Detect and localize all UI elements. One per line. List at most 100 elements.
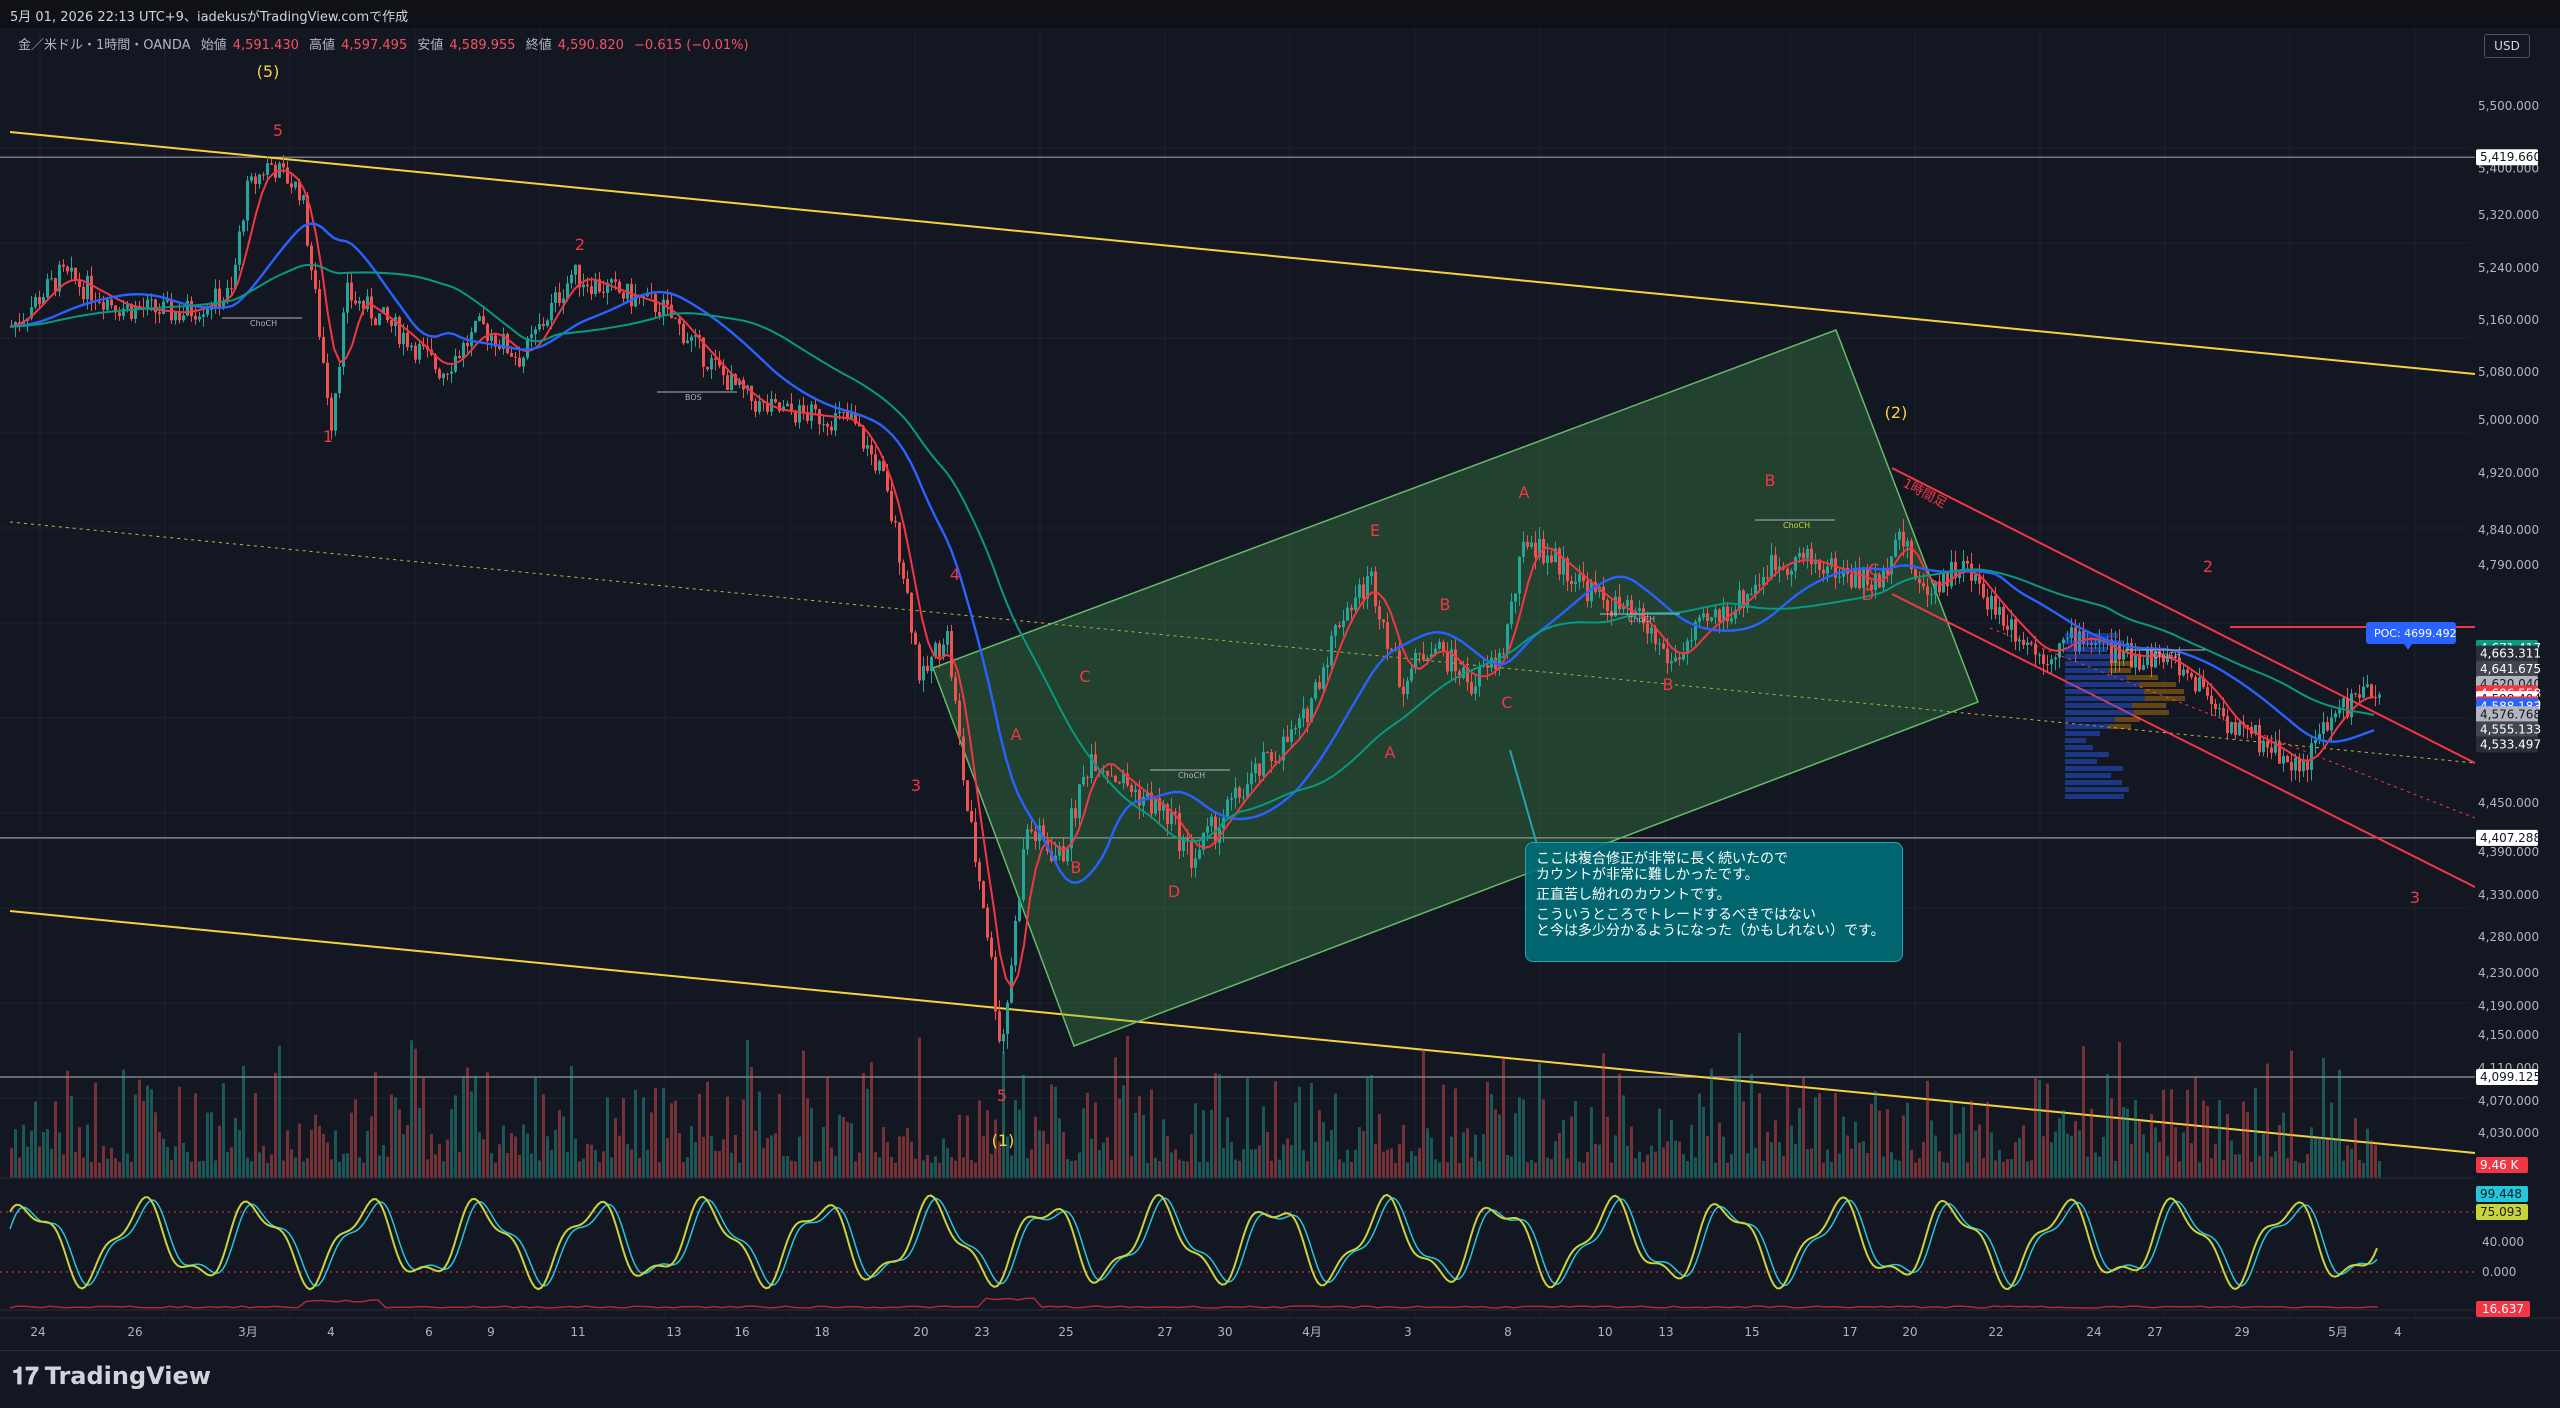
candle-body — [2306, 760, 2309, 771]
volume-bar — [178, 1086, 181, 1178]
volume-bar — [1074, 1160, 1077, 1178]
volume-bar — [370, 1116, 373, 1178]
volume-bar — [10, 1147, 13, 1178]
candle-body — [1518, 556, 1521, 594]
candle-body — [178, 312, 181, 321]
price-tick: 5,500.000 — [2478, 99, 2539, 113]
note-paragraph-2: 正直苦し紛れのカウントです。 — [1536, 887, 1731, 903]
candle-body — [946, 630, 949, 645]
time-axis[interactable]: 24 26 3月 4 6 9 11 13 16 18 20 23 25 27 30 4月 3 8 10 13 15 17 2… — [0, 1317, 2560, 1339]
volume-bar — [446, 1139, 449, 1178]
wave-label: C — [1079, 667, 1090, 686]
candle-body — [658, 312, 661, 316]
volume-bar — [1182, 1160, 1185, 1178]
wave-label: (5) — [257, 62, 280, 81]
volume-bar — [458, 1151, 461, 1178]
volume-bar — [1386, 1149, 1389, 1178]
candle-body — [2214, 704, 2217, 709]
volume-bar — [290, 1149, 293, 1178]
volume-bar — [1790, 1125, 1793, 1178]
candle-body — [2262, 740, 2265, 753]
candle-body — [266, 163, 269, 175]
price-chart[interactable]: POC: 4699.492 ChoCH BOS ChoCH ChoCH ChoCH ChoC… — [0, 28, 2560, 1350]
candle-body — [206, 309, 209, 315]
volume-bar — [1890, 1152, 1893, 1178]
candle-body — [974, 821, 977, 863]
volume-profile-bar-up — [2127, 675, 2158, 680]
price-tick: 4,920.000 — [2478, 466, 2539, 480]
volume-bar — [1342, 1162, 1345, 1178]
candle-body — [926, 665, 929, 672]
candle-body — [378, 313, 381, 326]
price-tick: 4,030.000 — [2478, 1126, 2539, 1140]
time-tick: 13 — [666, 1325, 681, 1339]
currency-button[interactable]: USD — [2484, 34, 2530, 58]
volume-bar — [1658, 1108, 1661, 1178]
candle-body — [978, 862, 981, 882]
volume-bar — [386, 1156, 389, 1178]
volume-bar — [2146, 1152, 2149, 1178]
candle-body — [486, 323, 489, 341]
volume-bar — [1482, 1134, 1485, 1178]
volume-bar — [2070, 1135, 2073, 1178]
candle-body — [190, 300, 193, 317]
candle-body — [1210, 816, 1213, 827]
volume-bar — [1614, 1135, 1617, 1178]
volume-bar — [602, 1151, 605, 1178]
volume-bar — [250, 1161, 253, 1178]
candle-body — [490, 335, 493, 341]
candle-body — [802, 405, 805, 413]
candle-body — [1806, 548, 1809, 559]
volume-bar — [1842, 1116, 1845, 1178]
volume-bar — [478, 1132, 481, 1178]
volume-bar — [1982, 1158, 1985, 1178]
volume-bar — [1026, 1158, 1029, 1178]
volume-bar — [410, 1040, 413, 1178]
volume-bar — [1974, 1130, 1977, 1178]
volume-bar — [58, 1132, 61, 1178]
candle-body — [2194, 677, 2197, 692]
volume-bar — [954, 1160, 957, 1178]
volume-bar — [314, 1114, 317, 1178]
volume-bar — [698, 1093, 701, 1178]
tradingview-logo[interactable]: 𝟏𝟕 TradingView — [12, 1362, 211, 1390]
volume-bar — [1294, 1102, 1297, 1178]
time-tick: 18 — [814, 1325, 829, 1339]
candle-body — [582, 284, 585, 288]
volume-bar — [2158, 1141, 2161, 1178]
volume-bar — [530, 1153, 533, 1178]
volume-bar — [1930, 1120, 1933, 1178]
volume-bar — [1938, 1151, 1941, 1178]
volume-bar — [78, 1127, 81, 1178]
volume-bar — [2322, 1058, 2325, 1178]
wave-label: 3 — [911, 776, 921, 795]
volume-bar — [1990, 1132, 1993, 1178]
volume-bar — [1710, 1068, 1713, 1178]
volume-bar — [1398, 1143, 1401, 1178]
volume-bar — [1786, 1086, 1789, 1178]
candle-body — [1154, 798, 1157, 814]
legend-symbol[interactable]: 金／米ドル・1時間・OANDA — [18, 38, 191, 53]
volume-bar — [1242, 1149, 1245, 1178]
volume-bar — [418, 1107, 421, 1178]
volume-bar — [850, 1123, 853, 1178]
volume-bar — [206, 1112, 209, 1178]
volume-bar — [1286, 1138, 1289, 1178]
candle-body — [834, 413, 837, 431]
volume-bar — [2110, 1098, 2113, 1178]
volume-bar — [1826, 1149, 1829, 1178]
volume-bar — [402, 1134, 405, 1178]
price-axis[interactable]: 5,500.0005,400.0005,320.0005,240.0005,16… — [2476, 28, 2560, 1350]
volume-bar — [950, 1156, 953, 1178]
volume-bar — [962, 1157, 965, 1178]
volume-bar — [266, 1162, 269, 1178]
annotation-callout[interactable]: ここは複合修正が非常に長く続いたので カウントが非常に難しかったです。 正直苦し… — [1525, 842, 1903, 962]
volume-bar — [742, 1099, 745, 1178]
channel-label: 1時間足 — [1900, 476, 1949, 511]
time-tick: 3 — [1404, 1325, 1412, 1339]
candle-body — [574, 264, 577, 275]
volume-bar — [1686, 1161, 1689, 1178]
volume-bar — [2378, 1161, 2381, 1178]
volume-bar — [282, 1160, 285, 1178]
volume-bar — [146, 1085, 149, 1178]
